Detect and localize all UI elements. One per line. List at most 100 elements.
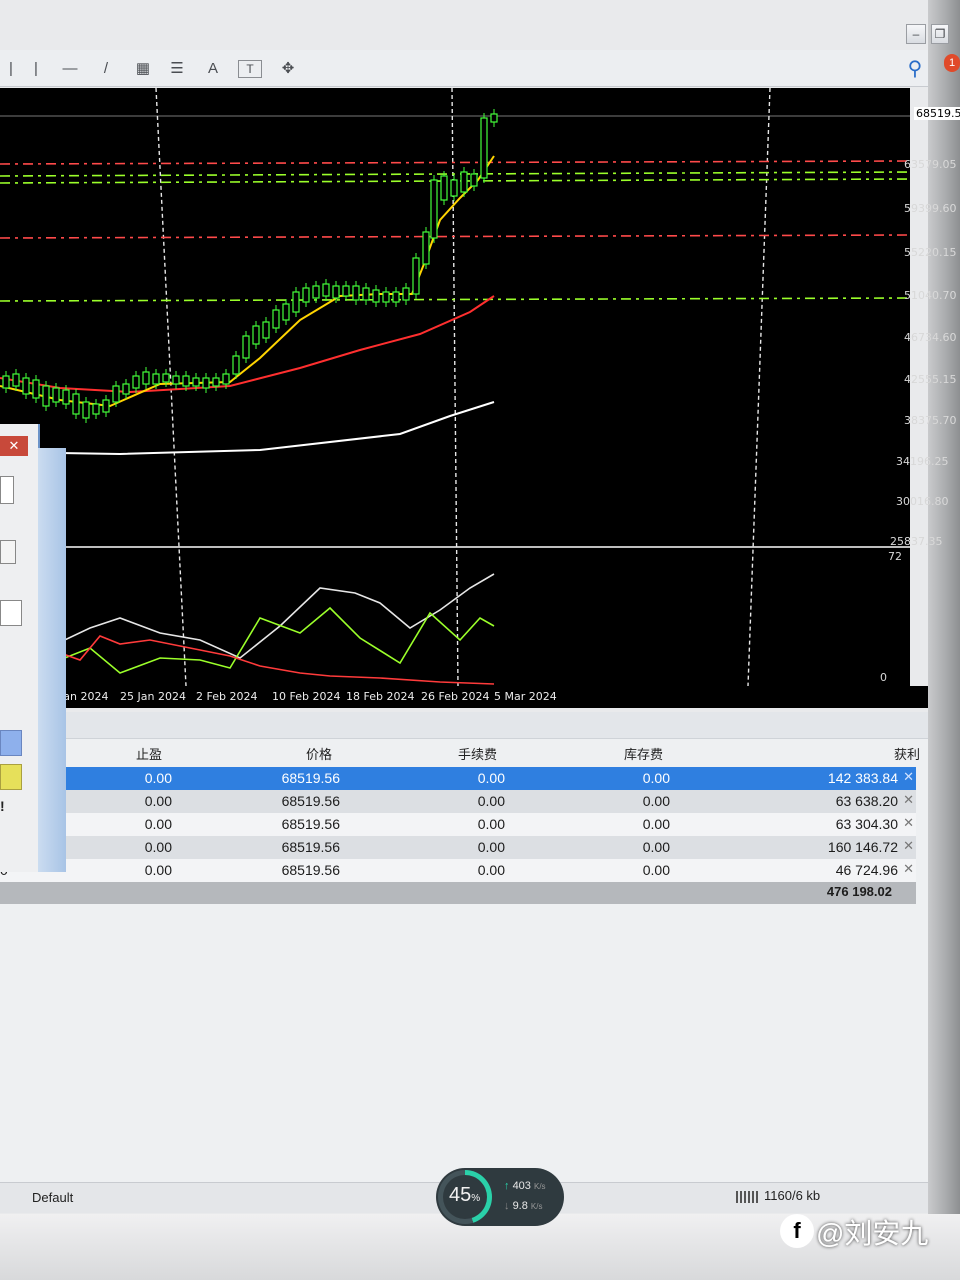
candle-body [470, 173, 478, 187]
candle-body [42, 385, 50, 407]
price-axis-tick: 46734.60 [904, 331, 957, 344]
position-row[interactable]: 00.0068519.560.000.0046 724.96✕ [0, 859, 916, 882]
candle-body [382, 291, 390, 303]
vertical-line-icon[interactable]: | [30, 58, 42, 78]
position-row[interactable]: 0.00 68519.56 0.00 0.00 63 638.20 ✕ [0, 790, 916, 813]
candle-body [222, 373, 230, 385]
position-row[interactable]: 0.00 68519.56 0.00 0.00 160 146.72 ✕ [0, 836, 916, 859]
candle-body [192, 377, 200, 387]
candle-body [402, 287, 410, 301]
swap-cell: 0.00 [642, 839, 670, 855]
search-icon[interactable]: ⚲ [902, 58, 928, 80]
candle-body [262, 321, 270, 339]
candle-body [62, 389, 70, 405]
candle-body [480, 117, 488, 179]
upload-arrow-icon: ↑ [504, 1180, 510, 1192]
price-axis-tick: 63579.05 [904, 158, 957, 171]
commission-cell: 0.00 [477, 770, 505, 786]
candle-body [450, 179, 458, 197]
position-row[interactable]: 0.00 68519.56 0.00 0.00 63 304.30 ✕ [0, 813, 916, 836]
order-dialog: ✕ ! [0, 424, 66, 872]
column-price[interactable]: 价格 [306, 744, 332, 763]
candle-body [342, 285, 350, 297]
profit-cell: 142 383.84 [827, 770, 898, 786]
date-axis-tick: Jan 2024 [60, 690, 109, 703]
column-take-profit[interactable]: 止盈 [136, 744, 162, 763]
close-position-icon[interactable]: ✕ [903, 769, 914, 785]
commission-cell: 0.00 [477, 793, 505, 809]
date-axis-tick: 10 Feb 2024 [272, 690, 341, 703]
candle-body [12, 373, 20, 387]
price-chart[interactable] [0, 88, 910, 688]
swap-cell: 0.00 [642, 793, 670, 809]
restore-button[interactable]: ❐ [931, 24, 949, 44]
candle-body [242, 335, 250, 359]
facebook-icon: f [780, 1214, 814, 1248]
dialog-select[interactable] [0, 600, 22, 626]
upload-value: 403 [512, 1180, 531, 1192]
upload-rate: ↑ 403 K/s [504, 1180, 546, 1192]
take-profit-cell: 0.00 [144, 862, 172, 878]
vertical-grid-line [451, 88, 459, 687]
candle-body [92, 403, 100, 415]
dialog-warning-text: ! [0, 798, 5, 814]
close-position-icon[interactable]: ✕ [903, 838, 914, 854]
take-profit-cell: 0.00 [144, 793, 172, 809]
cpu-percent-sign: % [471, 1193, 481, 1204]
profile-name[interactable]: Default [32, 1190, 73, 1205]
candle-body [112, 385, 120, 403]
candle-body [440, 175, 448, 201]
text-label-icon[interactable]: T [238, 60, 262, 78]
dialog-sell-button[interactable] [0, 730, 22, 756]
column-profit[interactable]: 获利 [894, 744, 920, 763]
cpu-value: 45 [449, 1184, 472, 1206]
price-axis-tick: 38375.70 [904, 414, 957, 427]
notification-badge[interactable]: 1 [944, 54, 960, 72]
price-axis-tick: 25837.35 [890, 535, 943, 548]
vertical-grid-line [747, 88, 771, 687]
close-position-icon[interactable]: ✕ [903, 815, 914, 831]
candle-body [302, 287, 310, 303]
candle-body [430, 179, 438, 239]
candle-body [272, 309, 280, 329]
candle-body [372, 289, 380, 303]
dialog-buy-button[interactable] [0, 764, 22, 790]
price-axis-tick: 30016.80 [896, 495, 949, 508]
candle-body [422, 231, 430, 265]
candle-body [232, 355, 240, 375]
close-position-icon[interactable]: ✕ [903, 861, 914, 877]
trendline-icon[interactable]: / [96, 58, 116, 78]
arrows-icon[interactable]: ✥ [274, 58, 302, 78]
candle-body [172, 375, 180, 385]
resistance-line [0, 160, 910, 165]
close-position-icon[interactable]: ✕ [903, 792, 914, 808]
cpu-percent: 45% [449, 1184, 480, 1207]
price-cell: 68519.56 [281, 816, 340, 832]
dialog-close-button[interactable]: ✕ [0, 436, 28, 456]
candle-body [132, 375, 140, 389]
price-axis-tick: 55220.15 [904, 246, 957, 259]
candle-body [82, 401, 90, 419]
column-swap[interactable]: 库存费 [624, 744, 663, 763]
price-axis-tick: 42555.15 [904, 373, 957, 386]
text-icon[interactable]: A [204, 58, 222, 78]
horizontal-line-icon[interactable]: — [58, 58, 82, 78]
resistance-line [0, 234, 910, 239]
cursor-icon[interactable]: | [6, 58, 16, 78]
equidistant-channel-icon[interactable]: ▦ [132, 58, 154, 78]
minimize-button[interactable]: – [906, 24, 926, 44]
profit-cell: 46 724.96 [835, 862, 898, 878]
total-profit: 476 198.02 [826, 884, 892, 899]
date-axis-tick: 18 Feb 2024 [346, 690, 415, 703]
indicator-axis-bottom: 0 [880, 671, 887, 684]
column-commission[interactable]: 手续费 [458, 744, 497, 763]
candle-body [102, 399, 110, 413]
download-value: 9.8 [512, 1200, 528, 1212]
candle-body [72, 393, 80, 415]
dialog-dropdown[interactable] [0, 476, 14, 504]
position-row[interactable]: 0.00 68519.56 0.00 0.00 142 383.84 ✕ [0, 767, 916, 790]
candle-body [22, 377, 30, 395]
connection-bars-icon [736, 1191, 760, 1203]
dialog-stepper[interactable] [0, 540, 16, 564]
fibonacci-icon[interactable]: ☰ [166, 58, 188, 78]
